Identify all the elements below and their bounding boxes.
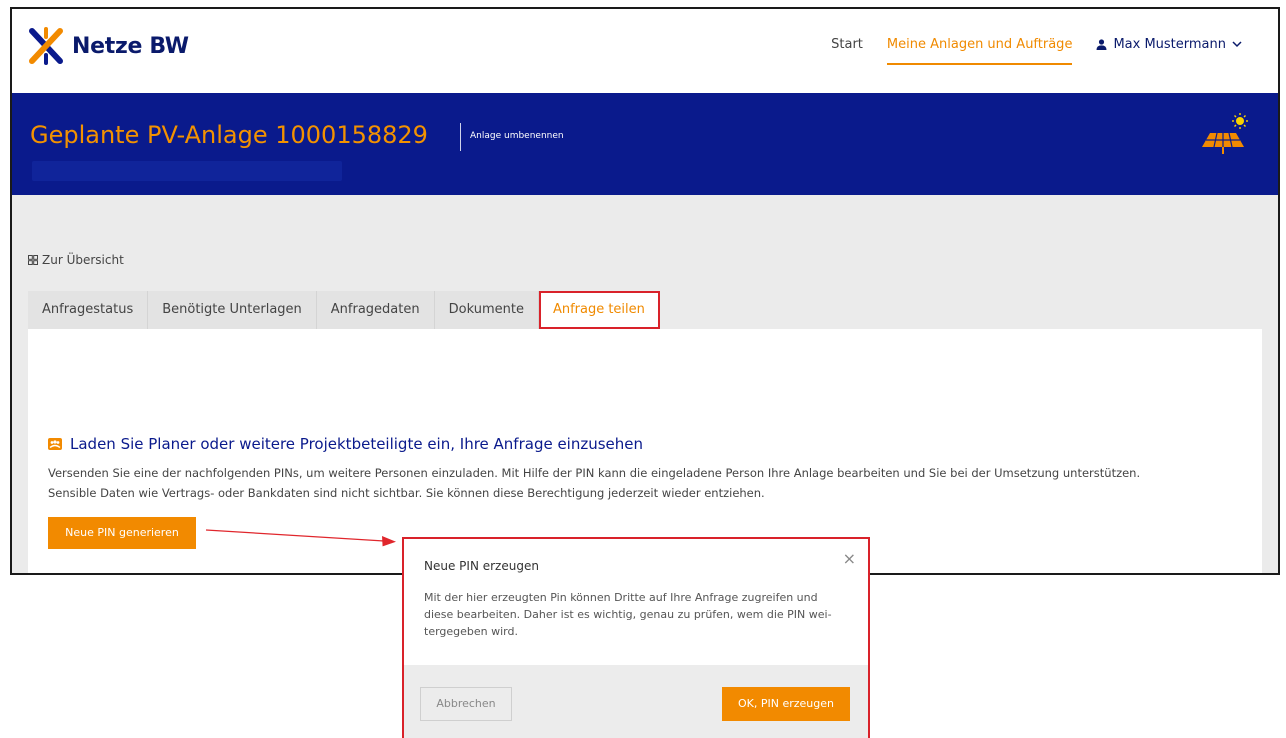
brand-name: Netze BW xyxy=(72,33,189,59)
dialog-message: Mit der hier erzeugten Pin können Dritte… xyxy=(424,589,854,640)
description-line-2: Sensible Daten wie Vertrags- oder Bankda… xyxy=(48,486,765,500)
close-icon[interactable]: × xyxy=(843,549,856,568)
top-navigation: Netze BW Start Meine Anlagen und Aufträg… xyxy=(12,9,1278,93)
title-divider xyxy=(460,123,461,151)
main-nav: Start Meine Anlagen und Aufträge Max Mus… xyxy=(807,37,1278,65)
generate-pin-button[interactable]: Neue PIN generieren xyxy=(48,517,196,549)
new-pin-dialog: Neue PIN erzeugen × Mit der hier erzeugt… xyxy=(402,537,870,738)
tab-dokumente[interactable]: Dokumente xyxy=(434,291,539,329)
redacted-address xyxy=(32,161,342,181)
page-title: Geplante PV-Anlage 1000158829 xyxy=(30,121,428,149)
dialog-message-line-3: tergegeben wird. xyxy=(424,625,518,638)
solar-panel-icon xyxy=(1202,113,1248,154)
rename-link[interactable]: Anlage umbenennen xyxy=(470,131,564,141)
chevron-down-icon xyxy=(1232,41,1242,48)
tab-bar: Anfragestatus Benötigte Unterlagen Anfra… xyxy=(28,291,660,329)
people-group-icon xyxy=(48,438,62,450)
dialog-message-line-1: Mit der hier erzeugten Pin können Dritte… xyxy=(424,591,818,604)
overview-link[interactable]: Zur Übersicht xyxy=(28,253,124,267)
confirm-generate-pin-button[interactable]: OK, PIN erzeugen xyxy=(722,687,850,721)
user-icon xyxy=(1096,39,1107,50)
description-line-1: Versenden Sie eine der nachfolgenden PIN… xyxy=(48,466,1141,480)
tab-benoetigte-unterlagen[interactable]: Benötigte Unterlagen xyxy=(148,291,317,329)
dialog-message-line-2: diese bearbeiten. Daher ist es wichtig, … xyxy=(424,608,832,621)
cancel-button[interactable]: Abbrechen xyxy=(420,687,512,721)
dialog-title: Neue PIN erzeugen xyxy=(424,559,539,573)
nav-start[interactable]: Start xyxy=(831,37,863,64)
section-description: Versenden Sie eine der nachfolgenden PIN… xyxy=(48,463,1248,503)
tab-anfrage-teilen[interactable]: Anfrage teilen xyxy=(538,291,660,329)
overview-link-label: Zur Übersicht xyxy=(42,253,124,267)
section-title: Laden Sie Planer oder weitere Projektbet… xyxy=(70,435,644,453)
app-window: Netze BW Start Meine Anlagen und Aufträg… xyxy=(10,7,1280,575)
tab-anfragestatus[interactable]: Anfragestatus xyxy=(28,291,149,329)
tab-anfragedaten[interactable]: Anfragedaten xyxy=(316,291,435,329)
dialog-footer: Abbrechen OK, PIN erzeugen xyxy=(404,665,868,738)
brand-logo[interactable]: Netze BW xyxy=(28,27,189,65)
user-name: Max Mustermann xyxy=(1113,37,1226,52)
grid-icon xyxy=(28,255,38,265)
nav-meine-anlagen[interactable]: Meine Anlagen und Aufträge xyxy=(886,37,1073,65)
hero-banner: Geplante PV-Anlage 1000158829 Anlage umb… xyxy=(12,93,1278,195)
user-menu[interactable]: Max Mustermann xyxy=(1096,37,1242,52)
netze-bw-logo-icon xyxy=(29,27,63,65)
section-heading: Laden Sie Planer oder weitere Projektbet… xyxy=(48,435,643,453)
